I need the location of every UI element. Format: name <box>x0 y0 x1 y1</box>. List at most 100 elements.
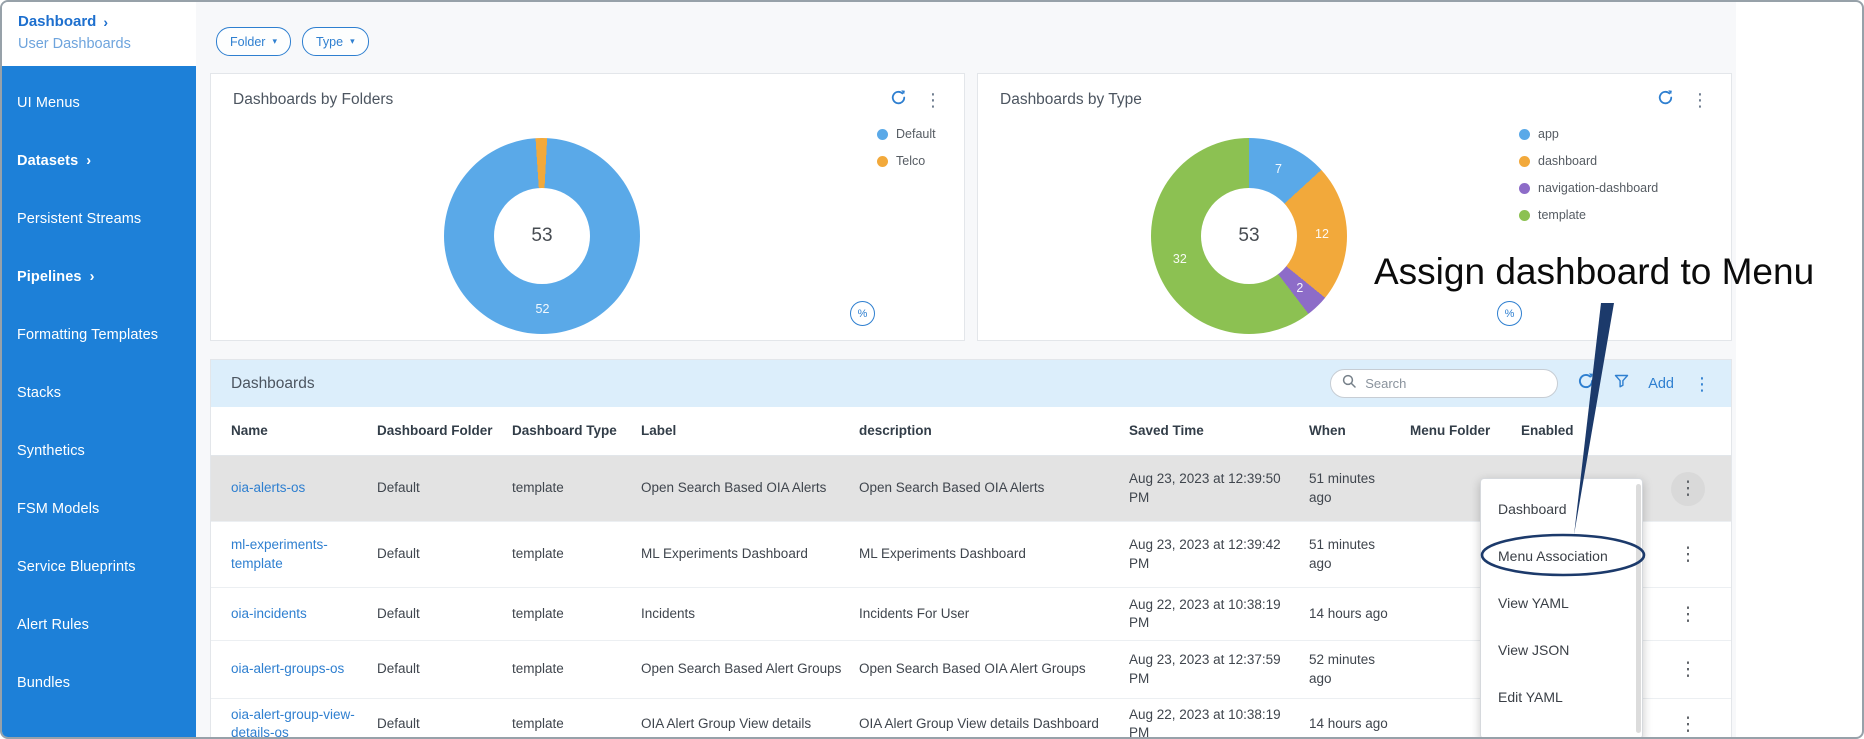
panel-kebab-menu-icon[interactable]: ⋮ <box>1693 375 1711 393</box>
menu-scrollbar[interactable] <box>1636 484 1641 733</box>
column-header-dashboard-folder[interactable]: Dashboard Folder <box>377 416 512 446</box>
card-title: Dashboards by Folders <box>233 91 394 108</box>
menu-item-dashboard[interactable]: Dashboard <box>1481 485 1642 532</box>
legend-item-telco[interactable]: Telco <box>877 152 936 170</box>
table-cell: ML Experiments Dashboard <box>859 546 1026 562</box>
table-cell: 51 minutes ago <box>1309 537 1376 571</box>
breadcrumb-user-dashboards[interactable]: User Dashboards <box>18 36 196 52</box>
column-header-dashboard-type[interactable]: Dashboard Type <box>512 416 641 446</box>
refresh-icon[interactable] <box>1577 372 1595 395</box>
sidebar-item-bundles[interactable]: Bundles <box>2 654 196 712</box>
sidebar-item-persistent-streams[interactable]: Persistent Streams <box>2 190 196 248</box>
card-title: Dashboards by Type <box>1000 91 1142 108</box>
row-actions-cell: ⋮ <box>1643 708 1733 737</box>
type-filter-dropdown[interactable]: Type ▾ <box>301 27 369 56</box>
type-donut-chart[interactable]: 53 7 12 2 32 <box>1151 138 1347 334</box>
menu-item-edit-yaml[interactable]: Edit YAML <box>1481 673 1642 720</box>
legend-swatch-icon <box>1519 155 1530 167</box>
folders-donut-chart[interactable]: 53 52 <box>444 138 640 334</box>
filter-bar: Folder ▾ Type ▾ <box>216 27 369 56</box>
legend-swatch-icon <box>877 128 888 140</box>
sidebar-item-alert-rules[interactable]: Alert Rules <box>2 596 196 654</box>
dashboard-name-link[interactable]: ml-experiments-template <box>211 529 377 579</box>
card-kebab-menu-icon[interactable]: ⋮ <box>924 91 942 109</box>
dashboard-name-link[interactable]: oia-incidents <box>211 598 377 630</box>
column-header-name[interactable]: Name <box>211 416 377 446</box>
segment-value-label: 7 <box>1274 162 1282 177</box>
row-kebab-menu-icon[interactable]: ⋮ <box>1679 660 1698 679</box>
row-kebab-menu-icon[interactable]: ⋮ <box>1679 605 1698 624</box>
sidebar-item-ui-menus[interactable]: UI Menus <box>2 74 196 132</box>
menu-item-view-json[interactable]: View JSON <box>1481 626 1642 673</box>
column-header-description[interactable]: description <box>859 416 1129 446</box>
dashboards-by-folders-card: Dashboards by Folders ⋮ 53 52 Default Tel… <box>210 73 965 341</box>
column-header-menu-folder[interactable]: Menu Folder <box>1410 416 1521 446</box>
table-cell: template <box>512 716 564 732</box>
legend-item-navigation-dashboard[interactable]: navigation-dashboard <box>1519 179 1658 197</box>
table-cell: Aug 22, 2023 at 10:38:19 PM <box>1129 707 1281 739</box>
table-cell: Aug 22, 2023 at 10:38:19 PM <box>1129 596 1281 630</box>
legend-label: app <box>1538 127 1559 141</box>
segment-value-label: 2 <box>1296 281 1304 296</box>
dashboard-name-link[interactable]: oia-alert-groups-os <box>211 653 377 685</box>
menu-item-menu-association[interactable]: Menu Association <box>1481 532 1642 579</box>
sidebar-item-stacks[interactable]: Stacks <box>2 364 196 422</box>
dashboards-by-type-card: Dashboards by Type ⋮ 53 7 12 2 32 app dashbo… <box>977 73 1732 341</box>
table-cell: 51 minutes ago <box>1309 471 1376 505</box>
column-header-enabled[interactable]: Enabled <box>1521 416 1643 446</box>
legend-item-template[interactable]: template <box>1519 206 1658 224</box>
sidebar-item-datasets[interactable]: Datasets › <box>2 132 196 190</box>
chart-legend: Default Telco <box>877 125 936 170</box>
table-cell: OIA Alert Group View details <box>641 716 812 732</box>
legend-item-dashboard[interactable]: dashboard <box>1519 152 1658 170</box>
table-cell: Default <box>377 661 420 677</box>
donut-total: 53 <box>531 225 553 246</box>
column-header-label[interactable]: Label <box>641 416 859 446</box>
card-kebab-menu-icon[interactable]: ⋮ <box>1691 91 1709 109</box>
table-cell: Open Search Based OIA Alerts <box>859 480 1045 496</box>
percent-toggle-icon[interactable]: % <box>1497 301 1522 326</box>
legend-label: dashboard <box>1538 154 1598 168</box>
dashboard-name-link[interactable]: oia-alerts-os <box>211 472 377 504</box>
sidebar-item-fsm-models[interactable]: FSM Models <box>2 480 196 538</box>
table-cell: Aug 23, 2023 at 12:37:59 PM <box>1129 652 1281 686</box>
legend-swatch-icon <box>1519 128 1530 140</box>
folder-filter-dropdown[interactable]: Folder ▾ <box>216 27 291 56</box>
donut-hole: 53 <box>494 188 590 284</box>
table-cell: Incidents <box>641 605 696 621</box>
legend-swatch-icon <box>1519 209 1530 221</box>
menu-item-view-yaml[interactable]: View YAML <box>1481 579 1642 626</box>
refresh-icon[interactable] <box>1657 89 1674 111</box>
donut-hole: 53 <box>1201 188 1297 284</box>
refresh-icon[interactable] <box>890 89 907 111</box>
sidebar-item-synthetics[interactable]: Synthetics <box>2 422 196 480</box>
filter-icon[interactable] <box>1614 374 1629 393</box>
panel-header: Dashboards Add ⋮ <box>211 360 1731 407</box>
sidebar-item-service-blueprints[interactable]: Service Blueprints <box>2 538 196 596</box>
column-header-actions <box>1643 425 1733 437</box>
row-kebab-menu-icon[interactable]: ⋮ <box>1679 545 1698 564</box>
table-cell: template <box>512 546 564 562</box>
chart-legend: app dashboard navigation-dashboard template <box>1519 125 1658 224</box>
sidebar-item-pipelines[interactable]: Pipelines › <box>2 248 196 306</box>
search-input[interactable] <box>1363 375 1547 392</box>
sidebar-item-formatting-templates[interactable]: Formatting Templates <box>2 306 196 364</box>
chevron-down-icon: ▾ <box>272 36 277 46</box>
column-header-when[interactable]: When <box>1309 416 1410 446</box>
search-box[interactable] <box>1330 369 1559 398</box>
legend-swatch-icon <box>877 155 888 167</box>
legend-item-default[interactable]: Default <box>877 125 936 143</box>
table-cell: Open Search Based OIA Alert Groups <box>859 661 1086 677</box>
column-header-saved-time[interactable]: Saved Time <box>1129 416 1309 446</box>
dashboard-name-link[interactable]: oia-alert-group-view-details-os <box>211 699 377 737</box>
row-kebab-menu-icon[interactable]: ⋮ <box>1671 471 1705 506</box>
percent-toggle-icon[interactable]: % <box>850 301 875 326</box>
add-button[interactable]: Add <box>1648 376 1674 392</box>
annotation-text: Assign dashboard to Menu <box>1374 251 1815 292</box>
breadcrumb-dashboard[interactable]: Dashboard <box>18 13 96 30</box>
legend-item-app[interactable]: app <box>1519 125 1658 143</box>
row-actions-cell: ⋮ <box>1643 465 1733 513</box>
table-cell: OIA Alert Group View details Dashboard <box>859 716 1099 732</box>
table-cell: template <box>512 661 564 677</box>
row-kebab-menu-icon[interactable]: ⋮ <box>1679 715 1698 734</box>
